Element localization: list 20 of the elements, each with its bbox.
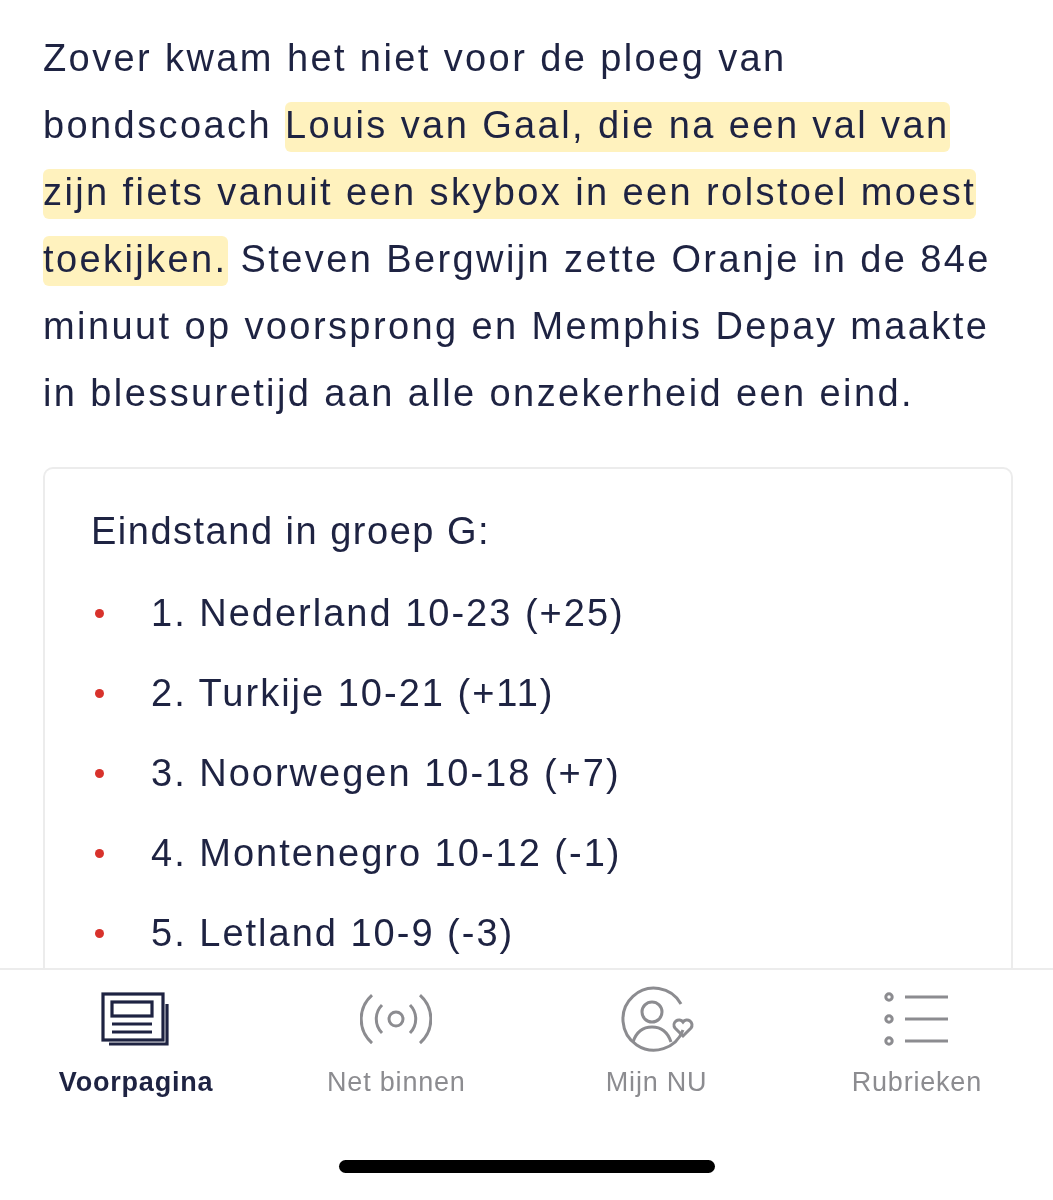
- standings-row-text: 1. Nederland 10-23 (+25): [151, 591, 625, 636]
- newspaper-icon: [101, 992, 172, 1046]
- tab[interactable]: Net binnen: [266, 970, 527, 1098]
- bullet-icon: [95, 608, 104, 618]
- tab[interactable]: Voorpagina: [6, 970, 267, 1098]
- tab[interactable]: Mijn NU: [526, 970, 787, 1098]
- bullet-icon: [95, 768, 104, 778]
- standings-row-text: 5. Letland 10-9 (-3): [151, 911, 515, 956]
- standings-title: Eindstand in groep G:: [91, 509, 492, 554]
- standings-row-text: 2. Turkije 10-21 (+11): [151, 671, 555, 716]
- bullet-icon: [95, 928, 104, 938]
- bullet-icon: [95, 688, 104, 698]
- standings-row-text: 4. Montenegro 10-12 (-1): [151, 831, 622, 876]
- tab[interactable]: Rubrieken: [786, 970, 1047, 1098]
- bullet-icon: [95, 848, 104, 858]
- broadcast-icon: [360, 991, 433, 1047]
- standings-row-text: 3. Noorwegen 10-18 (+7): [151, 751, 621, 796]
- list-icon: [883, 992, 950, 1046]
- article-paragraph: Zover kwam het niet voor de ploeg van bondscoach Louis van Gaal, die na een val van zijn fiets vanuit een skybox in een rolstoel moest toekijken. Steven Bergwijn zette Oranje in de 84e minuut op voorsprong en Memphis Depay maakte in blessuretijd aan alle onzekerheid een eind.: [43, 36, 992, 416]
- profile-heart-icon: [618, 986, 695, 1052]
